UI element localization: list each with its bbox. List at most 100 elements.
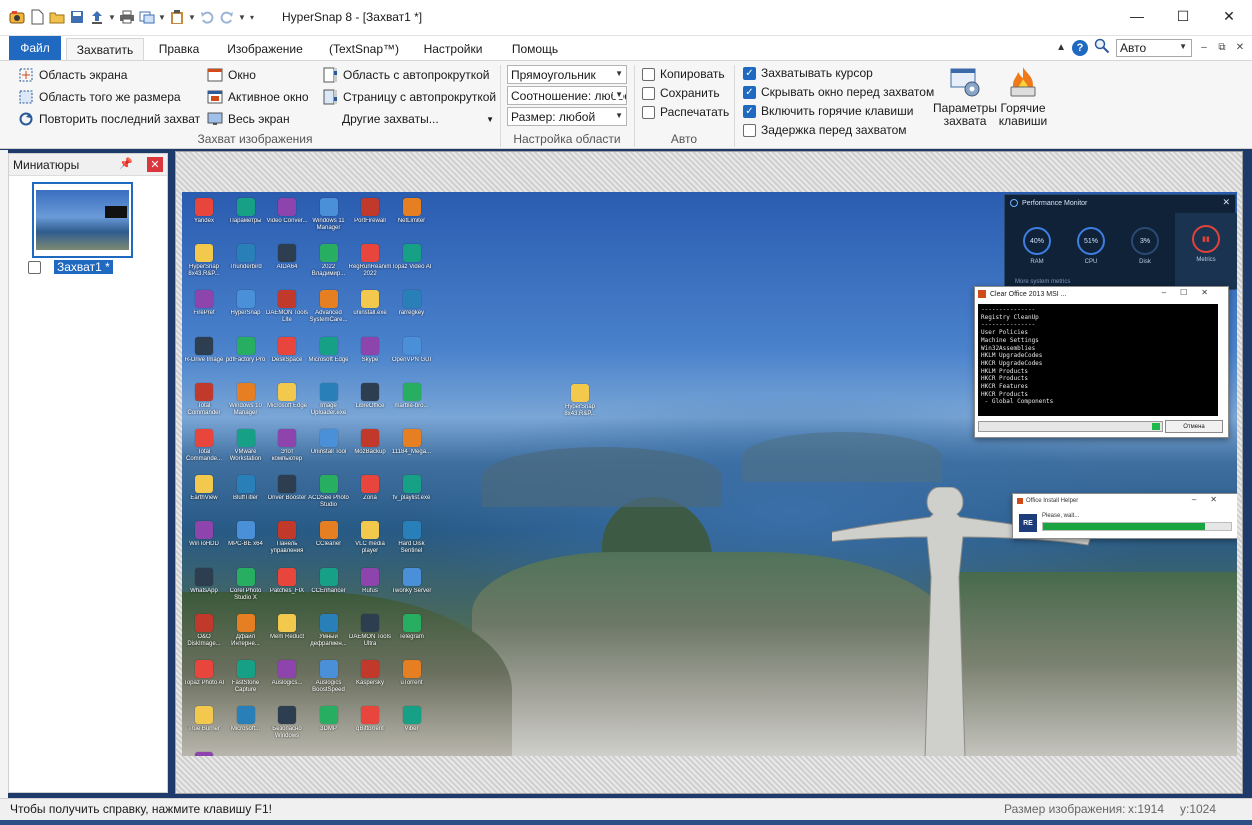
checkbox-unchecked bbox=[642, 86, 655, 100]
perf-title: Performance Monitor bbox=[1022, 199, 1088, 207]
capture-settings-icon bbox=[950, 68, 980, 97]
region-size-select[interactable]: Размер: любой ▼ bbox=[507, 107, 627, 126]
desktop-icon-label: Telegram bbox=[399, 633, 424, 640]
tab-image[interactable]: Изображение bbox=[220, 38, 310, 60]
hotkeys-label-2: клавиши bbox=[998, 114, 1048, 128]
region-shape-select[interactable]: Прямоугольник ▼ bbox=[507, 65, 627, 84]
perf-header: Performance Monitor bbox=[1005, 195, 1235, 211]
auto-print-checkbox[interactable]: Распечатать bbox=[642, 103, 729, 121]
help-icon[interactable]: ? bbox=[1072, 39, 1088, 56]
print-icon[interactable] bbox=[118, 8, 136, 26]
close-button[interactable]: ✕ bbox=[1206, 0, 1252, 32]
capture-window-button[interactable]: Окно bbox=[207, 65, 256, 85]
desktop-icon-label: MozBackup bbox=[354, 449, 386, 455]
desktop-icon: OpenVPN GUI bbox=[392, 333, 432, 379]
tab-textsnap[interactable]: (TextSnap™) bbox=[325, 38, 403, 60]
desktop-icon-label: Uninstall Tool bbox=[310, 449, 347, 455]
dropdown-arrow-icon[interactable]: ▼ bbox=[158, 8, 166, 26]
tab-capture[interactable]: Захватить bbox=[66, 38, 144, 60]
image-canvas[interactable]: Yandex Параметры Video Conver... Windows 11… bbox=[175, 151, 1243, 794]
capture-active-window-button[interactable]: Активное окно bbox=[207, 87, 309, 107]
desktop-icon: Безопасно Windows bbox=[267, 702, 307, 748]
capture-region-button[interactable]: Область экрана bbox=[18, 65, 127, 85]
undo-icon[interactable] bbox=[198, 8, 216, 26]
capture-cursor-checkbox[interactable]: ✓ Захватывать курсор bbox=[743, 64, 873, 82]
minimize-button[interactable]: — bbox=[1114, 0, 1160, 32]
redo-icon[interactable] bbox=[218, 8, 236, 26]
desktop-icon: rarregkey bbox=[392, 286, 432, 332]
auto-copy-checkbox[interactable]: Копировать bbox=[642, 65, 725, 83]
metrics-label: Metrics bbox=[1196, 257, 1216, 263]
app-icon[interactable] bbox=[8, 8, 26, 26]
capture-scroll-page-button[interactable]: Страницу с автопрокруткой bbox=[322, 87, 496, 107]
other-captures-dropdown[interactable]: Другие захваты... ▼ bbox=[342, 109, 494, 129]
clear-office-cancel: Отмена bbox=[1165, 420, 1223, 433]
maximize-button[interactable]: ☐ bbox=[1160, 0, 1206, 32]
customize-toolbar-icon[interactable]: ▾ bbox=[248, 8, 256, 26]
capture-delay-checkbox[interactable]: Задержка перед захватом bbox=[743, 121, 907, 139]
repeat-capture-icon bbox=[18, 111, 34, 127]
auto-save-checkbox[interactable]: Сохранить bbox=[642, 84, 720, 102]
clipboard-icon[interactable] bbox=[168, 8, 186, 26]
tab-settings[interactable]: Настройки bbox=[415, 38, 491, 60]
region-ratio-select[interactable]: Соотношение: любое ▼ bbox=[507, 86, 627, 105]
desktop-icon-label: WhatsApp bbox=[190, 587, 218, 594]
captured-screenshot: Yandex Параметры Video Conver... Windows 11… bbox=[182, 192, 1237, 756]
app-icon bbox=[195, 336, 213, 355]
mdi-minimize-icon[interactable]: – bbox=[1198, 42, 1210, 53]
collapse-ribbon-icon[interactable]: ▲ bbox=[1056, 42, 1066, 53]
new-file-icon[interactable] bbox=[28, 8, 46, 26]
capture-full-screen-button[interactable]: Весь экран bbox=[207, 109, 290, 129]
dropdown-arrow-icon[interactable]: ▼ bbox=[108, 8, 116, 26]
thumbnail-checkbox[interactable] bbox=[28, 260, 41, 274]
mdi-close-icon[interactable]: ✕ bbox=[1234, 42, 1246, 53]
repeat-last-capture-button[interactable]: Повторить последний захват bbox=[18, 109, 200, 129]
dropdown-arrow-icon[interactable]: ▼ bbox=[188, 8, 196, 26]
mdi-restore-icon[interactable]: ⧉ bbox=[1216, 42, 1228, 53]
copy-window-icon[interactable] bbox=[138, 8, 156, 26]
thumbnail-image[interactable] bbox=[32, 182, 133, 258]
desktop-icon-label: RegRunReanim 2022 bbox=[348, 264, 392, 278]
app-icon bbox=[319, 336, 338, 355]
desktop-icon-label: Rufus bbox=[362, 587, 378, 594]
app-icon bbox=[319, 429, 338, 447]
pin-icon[interactable]: 📌 bbox=[119, 157, 133, 170]
capture-scroll-region-button[interactable]: Область с автопрокруткой bbox=[322, 65, 489, 85]
app-icon bbox=[361, 613, 379, 632]
install-helper-window: Office Install Helper –✕ RE Please, wait… bbox=[1012, 493, 1237, 539]
image-size-y: y:1024 bbox=[1180, 802, 1217, 816]
app-icon bbox=[402, 382, 421, 401]
app-icon bbox=[236, 290, 255, 309]
desktop-icon-label: Image Uploader.exe bbox=[310, 402, 347, 416]
dropdown-arrow-icon[interactable]: ▼ bbox=[238, 8, 246, 26]
tab-file[interactable]: Файл bbox=[9, 36, 61, 60]
zoom-icon[interactable] bbox=[1094, 38, 1110, 57]
upload-icon[interactable] bbox=[88, 8, 106, 26]
desktop-icon: Wise Disk Cleaner bbox=[184, 748, 224, 756]
desktop-icon: Kaspersky bbox=[350, 656, 390, 702]
hide-window-checkbox[interactable]: ✓ Скрывать окно перед захватом bbox=[743, 83, 934, 101]
close-panel-button[interactable]: ✕ bbox=[147, 157, 163, 172]
open-folder-icon[interactable] bbox=[48, 8, 66, 26]
tab-help[interactable]: Помощь bbox=[505, 38, 565, 60]
app-icon bbox=[319, 198, 338, 216]
tab-edit[interactable]: Правка bbox=[152, 38, 206, 60]
enable-hotkeys-checkbox[interactable]: ✓ Включить горячие клавиши bbox=[743, 102, 913, 120]
desktop-icon-label: Twonky Server bbox=[391, 587, 432, 594]
desktop-icon: R-Drive Image bbox=[184, 333, 224, 379]
hotkeys-button[interactable]: Горячие клавиши bbox=[998, 65, 1048, 128]
chevron-down-icon: ▼ bbox=[486, 114, 494, 124]
app-icon bbox=[236, 660, 255, 678]
capture-settings-button[interactable]: Параметры захвата bbox=[932, 65, 998, 128]
capture-same-size-button[interactable]: Область того же размера bbox=[18, 87, 181, 107]
zoom-select[interactable]: Авто ▼ bbox=[1116, 38, 1192, 57]
chevron-down-icon: ▼ bbox=[613, 111, 623, 120]
desktop-icon: VLC media player bbox=[350, 517, 390, 563]
save-icon[interactable] bbox=[68, 8, 86, 26]
capture-cursor-label: Захватывать курсор bbox=[761, 66, 873, 80]
app-icon bbox=[402, 567, 421, 586]
app-icon bbox=[278, 521, 296, 540]
hotkeys-flame-icon bbox=[1010, 67, 1036, 97]
thumbnail-label[interactable]: Захват1 * bbox=[54, 260, 113, 274]
hide-window-label: Скрывать окно перед захватом bbox=[761, 85, 935, 99]
